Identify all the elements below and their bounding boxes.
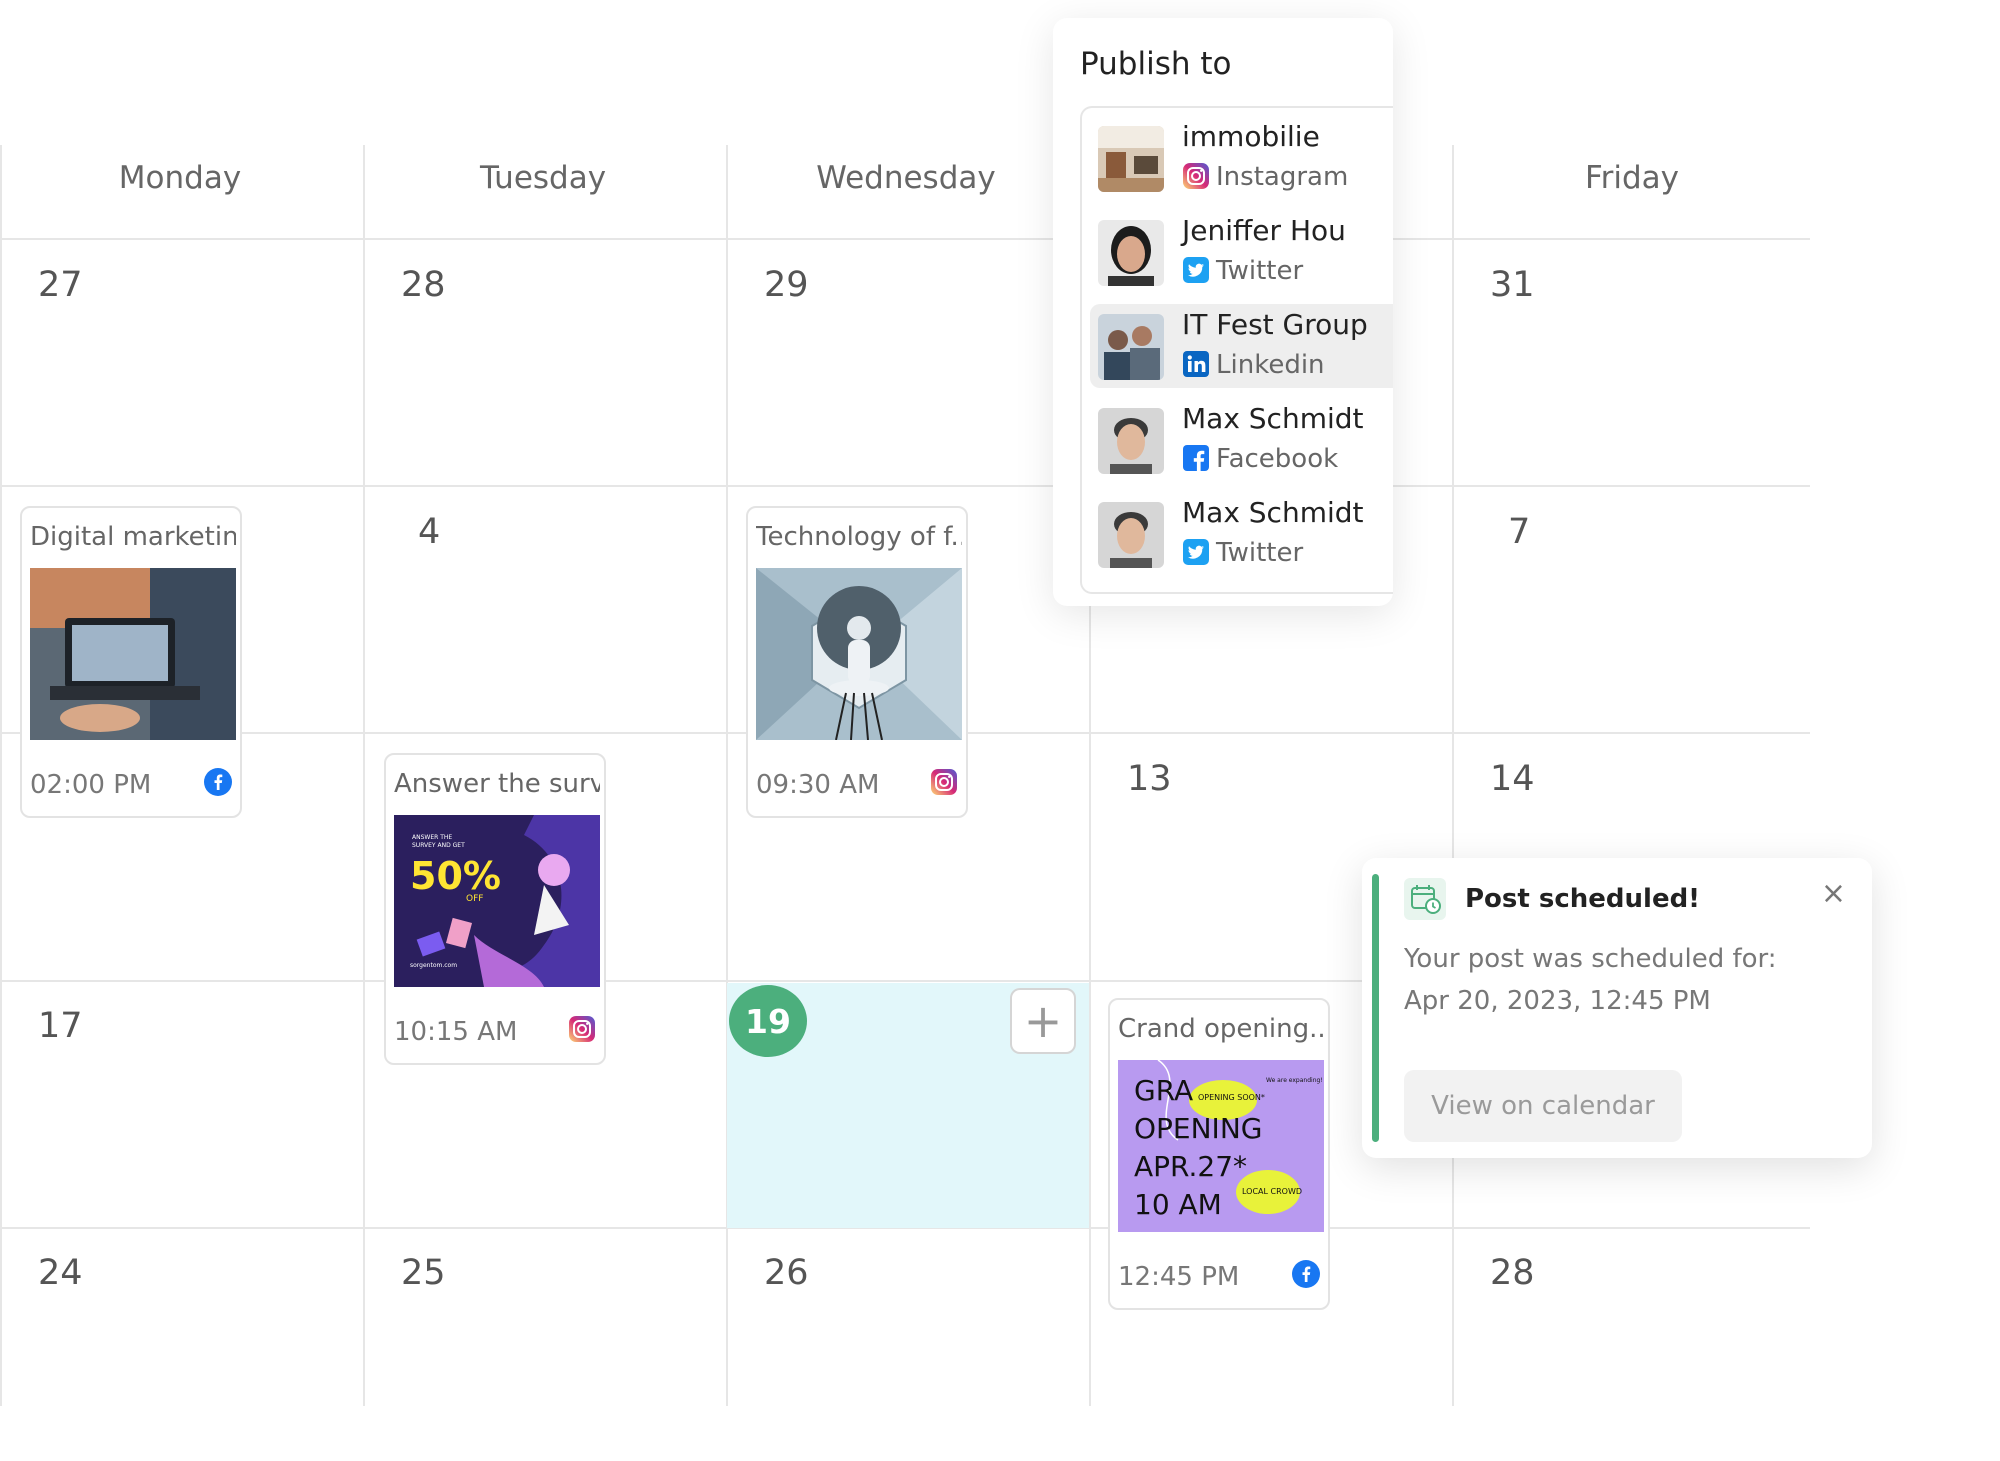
view-on-calendar-button[interactable]: View on calendar: [1404, 1070, 1682, 1142]
post-scheduled-toast: Post scheduled! × Your post was schedule…: [1362, 858, 1872, 1158]
network-label: Linkedin: [1216, 350, 1325, 380]
twitter-icon: [1183, 257, 1209, 283]
day-number[interactable]: 14: [1490, 759, 1535, 799]
opening-line4: 10 AM: [1134, 1188, 1222, 1221]
account-list: immobilie Instagram Jeniffer Hou Twitter…: [1080, 106, 1393, 594]
add-post-button[interactable]: +: [1010, 988, 1076, 1054]
linkedin-icon: [1183, 351, 1209, 377]
post-image-laptop: [30, 568, 236, 740]
day-number[interactable]: 17: [38, 1006, 83, 1046]
avatar: [1098, 314, 1164, 380]
network-label: Twitter: [1216, 256, 1304, 286]
twitter-icon: [1183, 539, 1209, 565]
day-number[interactable]: 29: [764, 265, 809, 305]
avatar: [1098, 408, 1164, 474]
post-time: 09:30 AM: [756, 770, 880, 800]
toast-title: Post scheduled!: [1465, 884, 1701, 914]
day-number[interactable]: 28: [1490, 1253, 1535, 1293]
post-card[interactable]: Digital marketin... 02:00 PM: [20, 506, 242, 818]
grid-line: [0, 485, 1810, 487]
popup-title: Publish to: [1080, 46, 1232, 82]
post-card[interactable]: Answer the surv... ANSWER THE SURVEY AND…: [384, 753, 606, 1065]
weekday-header-friday: Friday: [1585, 160, 1679, 196]
toast-message-line2: Apr 20, 2023, 12:45 PM: [1404, 986, 1711, 1016]
network-label: Facebook: [1216, 444, 1339, 474]
account-item-immobilie-instagram[interactable]: immobilie Instagram: [1090, 116, 1393, 200]
avatar: [1098, 220, 1164, 286]
account-name: Jeniffer Hou: [1182, 214, 1346, 247]
grid-line: [363, 145, 365, 1406]
day-number[interactable]: 27: [38, 265, 83, 305]
toast-message-line1: Your post was scheduled for:: [1404, 944, 1777, 974]
account-item-jeniffer-twitter[interactable]: Jeniffer Hou Twitter: [1090, 210, 1393, 294]
opening-badge2: LOCAL CROWD: [1242, 1187, 1302, 1196]
instagram-icon: [568, 1015, 596, 1047]
account-name: Max Schmidt: [1182, 496, 1364, 529]
grid-line: [1452, 145, 1454, 1406]
opening-badge1: OPENING SOON*: [1198, 1093, 1265, 1102]
post-card[interactable]: Crand opening... GRA OPENING APR.27* 10 …: [1108, 998, 1330, 1310]
calendar-grid: Monday Tuesday Wednesday Friday 27 28 29…: [0, 0, 2000, 1461]
survey-site: sorgentom.com: [410, 962, 457, 969]
day-number[interactable]: 4: [418, 512, 440, 552]
post-title: Crand opening...: [1118, 1014, 1324, 1044]
post-time: 10:15 AM: [394, 1017, 518, 1047]
avatar: [1098, 126, 1164, 192]
day-number[interactable]: 24: [38, 1253, 83, 1293]
account-network: Instagram: [1182, 162, 1348, 192]
weekday-header-wednesday: Wednesday: [816, 160, 996, 196]
opening-line2: OPENING: [1134, 1112, 1262, 1145]
survey-percent: 50%: [410, 854, 501, 898]
day-number[interactable]: 28: [401, 265, 446, 305]
account-network: Twitter: [1182, 256, 1303, 286]
facebook-icon: [204, 768, 232, 800]
account-network: Facebook: [1182, 444, 1338, 474]
toast-message: Your post was scheduled for: Apr 20, 202…: [1404, 938, 1824, 1022]
survey-line1: ANSWER THE: [412, 834, 452, 841]
post-title: Digital marketin...: [30, 522, 236, 552]
post-image-robot: [756, 568, 962, 740]
toast-accent-bar: [1372, 874, 1379, 1142]
account-item-itfest-linkedin[interactable]: IT Fest Group Linkedin: [1090, 304, 1393, 388]
account-name: IT Fest Group: [1182, 308, 1368, 341]
post-title: Technology of f...: [756, 522, 962, 552]
day-number[interactable]: 13: [1127, 759, 1172, 799]
account-network: Twitter: [1182, 538, 1303, 568]
today-badge: 19: [729, 985, 807, 1057]
network-label: Instagram: [1216, 162, 1349, 192]
account-name: Max Schmidt: [1182, 402, 1364, 435]
network-label: Twitter: [1216, 538, 1304, 568]
day-number[interactable]: 7: [1508, 512, 1530, 552]
publish-to-popup: Publish to immobilie Instagram Jeniffer …: [1053, 18, 1393, 606]
day-number[interactable]: 26: [764, 1253, 809, 1293]
survey-line2: SURVEY AND GET: [412, 842, 465, 849]
instagram-icon: [1183, 163, 1209, 189]
opening-line1: GRA: [1134, 1074, 1193, 1107]
calendar-clock-icon: [1404, 878, 1446, 920]
close-icon[interactable]: ×: [1821, 876, 1846, 911]
grid-line: [0, 238, 1810, 240]
survey-off: OFF: [466, 894, 483, 904]
opening-corner: We are expanding!: [1266, 1077, 1323, 1084]
day-number[interactable]: 31: [1490, 265, 1535, 305]
instagram-icon: [930, 768, 958, 800]
avatar: [1098, 502, 1164, 568]
post-time: 12:45 PM: [1118, 1262, 1240, 1292]
opening-line3: APR.27*: [1134, 1150, 1247, 1183]
account-name: immobilie: [1182, 120, 1320, 153]
post-card[interactable]: Technology of f... 09:30 AM: [746, 506, 968, 818]
weekday-header-monday: Monday: [118, 160, 242, 196]
facebook-icon: [1292, 1260, 1320, 1292]
account-item-max-facebook[interactable]: Max Schmidt Facebook: [1090, 398, 1393, 482]
post-image-survey: ANSWER THE SURVEY AND GET 50% OFF sorgen…: [394, 815, 600, 987]
account-item-max-twitter[interactable]: Max Schmidt Twitter: [1090, 492, 1393, 576]
day-number[interactable]: 25: [401, 1253, 446, 1293]
post-image-grand-opening: GRA OPENING APR.27* 10 AM OPENING SOON* …: [1118, 1060, 1324, 1232]
weekday-header-tuesday: Tuesday: [479, 160, 607, 196]
post-title: Answer the surv...: [394, 769, 600, 799]
post-time: 02:00 PM: [30, 770, 152, 800]
facebook-icon: [1183, 445, 1209, 471]
grid-line: [0, 145, 2, 1406]
account-network: Linkedin: [1182, 350, 1325, 380]
